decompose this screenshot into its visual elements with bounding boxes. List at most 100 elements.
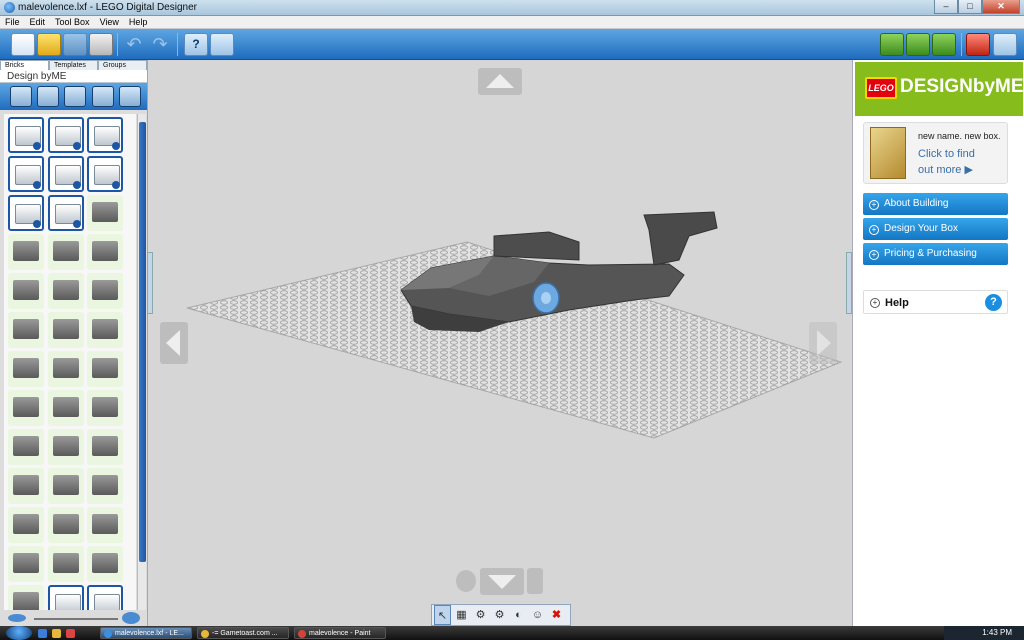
brick-tile[interactable] [87,117,123,153]
brick-tile[interactable] [48,585,84,610]
tab-groups[interactable]: Groups [98,60,147,70]
hinge-tool-icon[interactable]: ⚙ [472,605,489,625]
reset-filter-icon[interactable] [119,86,141,107]
brick-tile[interactable] [8,273,44,309]
color-filter-icon[interactable] [92,86,114,107]
help-pointer-icon[interactable]: ? [184,33,208,56]
zoom-out-icon[interactable] [8,614,26,622]
brick-tile[interactable] [48,234,84,270]
brick-tile[interactable] [8,468,44,504]
select-tool-icon[interactable]: ↖ [434,605,451,625]
view-mode-icon[interactable] [906,33,930,56]
help-section[interactable]: + Help ? [863,290,1008,314]
undo-icon[interactable]: ↶ [122,33,146,56]
menu-file[interactable]: File [0,16,25,28]
brick-tile[interactable] [8,546,44,582]
sort-filter-icon[interactable] [64,86,86,107]
palette-scrollbar-thumb[interactable] [139,122,146,562]
zoom-view-icon[interactable] [527,568,543,594]
menu-edit[interactable]: Edit [25,16,51,28]
save-icon[interactable] [63,33,87,56]
show-desktop-icon[interactable] [38,629,47,638]
brick-tile[interactable] [8,312,44,348]
taskbar-item-browser[interactable]: -= Gametoast.com ... [197,627,289,639]
clone-tool-icon[interactable]: ▦ [453,605,470,625]
media-icon[interactable] [66,629,75,638]
pricing-purchasing-button[interactable]: + Pricing & Purchasing [863,243,1008,265]
gallery-icon[interactable] [993,33,1017,56]
close-button[interactable]: ✕ [982,0,1020,14]
hinge-align-tool-icon[interactable]: ⚙ [491,605,508,625]
promo-banner[interactable]: new name. new box. Click to find out mor… [863,122,1008,184]
taskbar-item-paint[interactable]: malevolence - Paint [294,627,386,639]
brick-tile[interactable] [87,390,123,426]
brick-tile[interactable] [48,390,84,426]
brick-tile[interactable] [87,156,123,192]
maximize-button[interactable]: □ [958,0,982,14]
new-file-icon[interactable] [11,33,35,56]
brick-tile[interactable] [87,429,123,465]
paint-tool-icon[interactable]: ◐ [510,605,527,625]
brick-tile[interactable] [48,429,84,465]
clock[interactable]: 1:43 PM [982,628,1012,637]
brick-tile[interactable] [8,585,44,610]
brick-tile[interactable] [87,195,123,231]
building-guide-icon[interactable] [932,33,956,56]
minimize-button[interactable]: – [934,0,958,14]
brick-tile[interactable] [8,195,44,231]
palette-zoom-slider[interactable] [4,611,144,625]
pan-right-button[interactable] [809,322,837,364]
brick-tile[interactable] [48,546,84,582]
build-mode-icon[interactable] [880,33,904,56]
tour-icon[interactable] [210,33,234,56]
build-canvas[interactable] [149,60,852,626]
brick-tile[interactable] [87,273,123,309]
brick-tile[interactable] [87,468,123,504]
brick-tile[interactable] [48,507,84,543]
start-button[interactable] [6,626,32,640]
promo-link-line2[interactable]: out more ▶ [918,163,973,176]
open-folder-icon[interactable] [37,33,61,56]
help-icon[interactable]: ? [985,294,1002,311]
tab-templates[interactable]: Templates [49,60,98,70]
collapse-left-panel-tab[interactable] [147,252,153,314]
brick-tile[interactable] [48,273,84,309]
hinge-filter-icon[interactable] [37,86,59,107]
brick-tile[interactable] [48,195,84,231]
rotate-view-icon[interactable] [456,570,476,592]
brick-tile[interactable] [87,351,123,387]
brick-tile[interactable] [8,507,44,543]
print-icon[interactable] [89,33,113,56]
pan-up-button[interactable] [478,68,522,95]
brick-tile[interactable] [87,546,123,582]
brick-tile[interactable] [8,234,44,270]
taskbar-item-lego[interactable]: malevolence.lxf - LE... [100,627,192,639]
promo-link-line1[interactable]: Click to find [918,148,975,160]
pan-left-button[interactable] [160,322,188,364]
brick-tile[interactable] [8,351,44,387]
brick-tile[interactable] [87,312,123,348]
brick-tile[interactable] [48,351,84,387]
palette-scrollbar[interactable] [137,114,146,610]
menu-view[interactable]: View [95,16,124,28]
brick-tile[interactable] [87,507,123,543]
about-building-button[interactable]: + About Building [863,193,1008,215]
brick-tile[interactable] [8,156,44,192]
brick-tile[interactable] [87,234,123,270]
brick-tile[interactable] [8,117,44,153]
tab-bricks[interactable]: Bricks [0,60,49,70]
brick-tile[interactable] [48,156,84,192]
add-brick-filter-icon[interactable] [10,86,32,107]
brick-tile[interactable] [48,468,84,504]
design-your-box-button[interactable]: + Design Your Box [863,218,1008,240]
minifig-tool-icon[interactable]: ☺ [529,605,546,625]
brick-tile[interactable] [87,585,123,610]
brick-tile[interactable] [48,117,84,153]
menu-toolbox[interactable]: Tool Box [50,16,95,28]
delete-tool-icon[interactable]: ✖ [548,605,565,625]
brick-tile[interactable] [48,312,84,348]
upload-design-icon[interactable] [966,33,990,56]
menu-help[interactable]: Help [124,16,153,28]
pan-down-button[interactable] [480,568,524,595]
brick-tile[interactable] [8,390,44,426]
